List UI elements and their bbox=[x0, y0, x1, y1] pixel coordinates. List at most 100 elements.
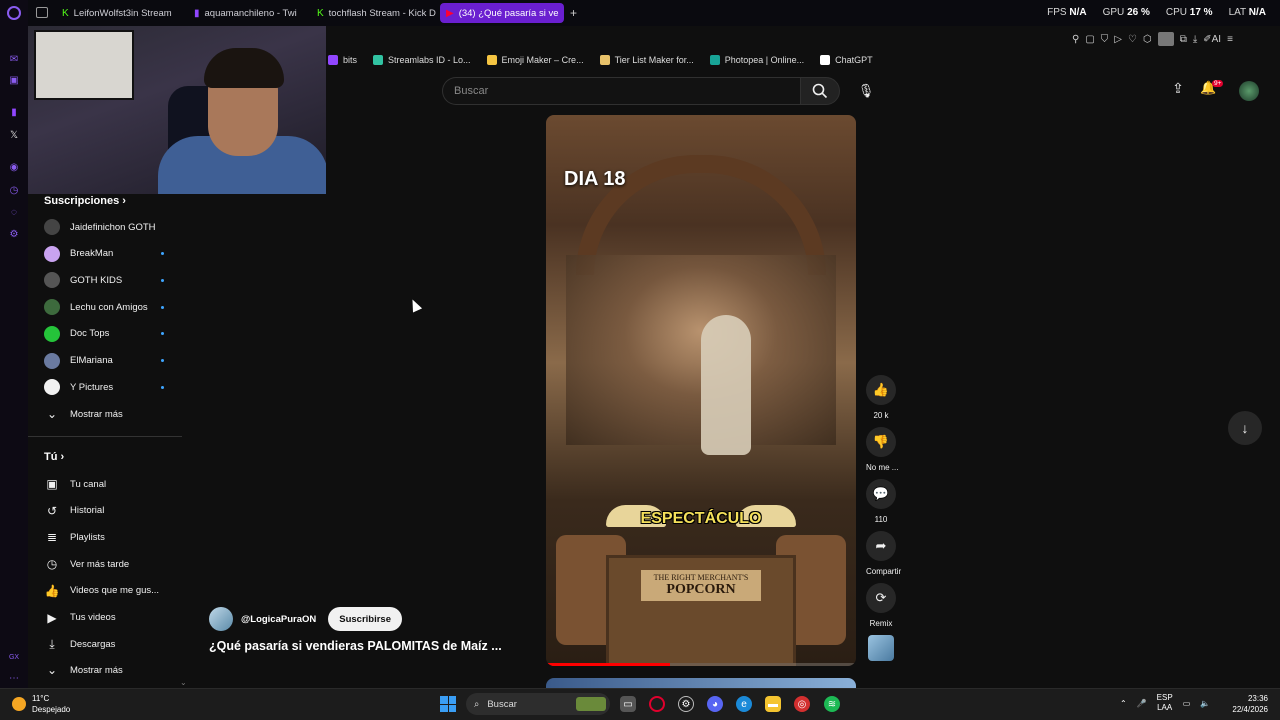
messenger-icon[interactable]: ✉ bbox=[7, 52, 21, 66]
comment-action[interactable]: 💬 110 bbox=[866, 479, 896, 524]
subscription-item[interactable]: GOTH KIDS bbox=[44, 269, 184, 291]
history-sidebar-icon[interactable]: ◷ bbox=[7, 183, 21, 197]
video-title[interactable]: ¿Qué pasaría si vendieras PALOMITAS de M… bbox=[209, 639, 509, 653]
like-icon[interactable]: 👍 bbox=[866, 375, 896, 405]
more-sidebar-icon[interactable]: ⋯ bbox=[7, 671, 21, 685]
short-video-player[interactable]: THE RIGHT MERCHANT'S POPCORN DIA 18 ESPEC… bbox=[546, 115, 856, 666]
subscriptions-heading[interactable]: Suscripciones › bbox=[44, 195, 126, 207]
discord-taskbar-icon[interactable]: ◕ bbox=[707, 696, 723, 712]
you-item[interactable]: 👍 Videos que me gus... bbox=[44, 580, 184, 602]
search-input[interactable]: Buscar bbox=[442, 77, 800, 105]
taskbar-search[interactable]: ⌕ Buscar bbox=[466, 693, 610, 715]
settings-sidebar-icon[interactable]: ⚙ bbox=[7, 227, 21, 241]
player-icon[interactable]: ◉ bbox=[7, 160, 21, 174]
subscription-item[interactable]: Lechu con Amigos bbox=[44, 296, 184, 318]
notifications-button[interactable]: 🔔 9+ bbox=[1200, 80, 1224, 102]
you-item[interactable]: ≣ Playlists bbox=[44, 526, 184, 548]
comment-icon[interactable]: 💬 bbox=[866, 479, 896, 509]
you-heading[interactable]: Tú › bbox=[44, 451, 64, 463]
chat-sidebar-icon[interactable]: ◌ bbox=[7, 205, 21, 219]
browser-tab[interactable]: Ktochflash Stream - Kick D bbox=[311, 3, 437, 23]
edge-taskbar-icon[interactable]: e bbox=[736, 696, 752, 712]
webcam-overlay bbox=[28, 26, 326, 194]
profile-avatar[interactable] bbox=[1157, 32, 1174, 46]
volume-icon[interactable]: 🔈 bbox=[1200, 699, 1210, 708]
taskbar-clock[interactable]: 23:36 22/4/2026 bbox=[1228, 693, 1268, 715]
app-taskbar-icon[interactable]: ◎ bbox=[794, 696, 810, 712]
spotify-taskbar-icon[interactable]: ≋ bbox=[824, 696, 840, 712]
bookmark-item[interactable]: Tier List Maker for... bbox=[599, 55, 694, 65]
subscribe-button[interactable]: Suscribirse bbox=[328, 607, 402, 631]
subscription-item[interactable]: Jaidefinichon GOTH bbox=[44, 216, 184, 238]
sidebar-scroll-down-icon[interactable]: ⌄ bbox=[180, 678, 187, 687]
remix-icon[interactable]: ⟳ bbox=[866, 583, 896, 613]
snapshot-icon[interactable]: ▢ bbox=[1085, 34, 1094, 45]
next-video-button[interactable]: ↓ bbox=[1228, 411, 1262, 445]
mail-icon[interactable]: ▣ bbox=[7, 73, 21, 87]
share-action[interactable]: ➦ Compartir bbox=[866, 531, 902, 576]
search-button[interactable] bbox=[800, 77, 840, 105]
task-view-icon[interactable]: ▭ bbox=[620, 696, 636, 712]
twitch-sidebar-icon[interactable]: ▮ bbox=[7, 105, 21, 119]
browser-tab[interactable]: ▶ (34) ¿Qué pasaría si ve bbox=[440, 3, 564, 23]
browser-tab[interactable]: K LeifonWolfst3in Stream bbox=[56, 3, 186, 23]
bookmark-item[interactable]: ChatGPT bbox=[820, 55, 873, 65]
mic-tray-icon[interactable]: 🎤 bbox=[1137, 699, 1147, 708]
opera-gx-taskbar-icon[interactable] bbox=[649, 696, 665, 712]
ai-icon[interactable]: ✐AI bbox=[1203, 34, 1221, 45]
file-explorer-icon[interactable]: ▬ bbox=[765, 696, 781, 712]
new-tab-button[interactable]: + bbox=[570, 6, 577, 20]
tray-overflow-icon[interactable]: ⌃ bbox=[1120, 699, 1127, 708]
bookmark-item[interactable]: Photopea | Online... bbox=[709, 55, 805, 65]
shield-icon[interactable]: ⛉ bbox=[1101, 34, 1109, 45]
dislike-icon[interactable]: 👎 bbox=[866, 427, 896, 457]
subscription-item[interactable]: Y Pictures bbox=[44, 376, 184, 398]
share-icon[interactable]: ➦ bbox=[866, 531, 896, 561]
language-indicator[interactable]: ESP LAA bbox=[1157, 693, 1173, 713]
windows-start-icon[interactable] bbox=[440, 696, 456, 712]
bookmark-item[interactable]: bits bbox=[328, 55, 357, 65]
kick-icon: K bbox=[317, 7, 324, 19]
remix-action[interactable]: ⟳ Remix bbox=[866, 583, 896, 628]
weather-widget[interactable]: 11°C Despejado bbox=[12, 693, 70, 715]
subscription-item[interactable]: ElMariana bbox=[44, 350, 184, 372]
gx-icon[interactable]: GX bbox=[7, 650, 21, 664]
action-label: Compartir bbox=[866, 567, 902, 576]
you-show-more[interactable]: ⌄ Mostrar más bbox=[44, 659, 184, 681]
pin-icon[interactable]: ⚲ bbox=[1072, 34, 1079, 45]
play-icon[interactable]: ▷ bbox=[1114, 34, 1122, 45]
bookmark-item[interactable]: Streamlabs ID - Lo... bbox=[373, 55, 471, 65]
download-toolbar-icon[interactable]: ⤓ bbox=[1193, 34, 1197, 45]
subscription-item[interactable]: Doc Tops bbox=[44, 323, 184, 345]
bookmark-item[interactable]: Emoji Maker – Cre... bbox=[486, 55, 584, 65]
video-progress-bar[interactable] bbox=[546, 663, 856, 666]
subscription-item[interactable]: BreakMan bbox=[44, 243, 184, 265]
puzzle-icon[interactable]: ⧉ bbox=[1180, 34, 1187, 45]
heart-icon[interactable]: ♡ bbox=[1128, 34, 1137, 45]
dislike-action[interactable]: 👎 No me ... bbox=[866, 427, 898, 472]
you-item[interactable]: ▣ Tu canal bbox=[44, 473, 184, 495]
stat-gpu: GPU 26 % bbox=[1102, 7, 1150, 18]
account-avatar[interactable] bbox=[1239, 81, 1259, 101]
subs-show-more[interactable]: ⌄ Mostrar más bbox=[44, 403, 184, 425]
browser-tab[interactable]: ▮ aquamanchileno - Twi bbox=[188, 3, 306, 23]
you-item[interactable]: ↺ Historial bbox=[44, 500, 184, 522]
steam-taskbar-icon[interactable]: ⚙ bbox=[678, 696, 694, 712]
you-item[interactable]: ▶ Tus videos bbox=[44, 607, 184, 629]
network-icon[interactable]: ▭ bbox=[1183, 699, 1191, 708]
microphone-icon: 🎙 bbox=[857, 83, 875, 98]
voice-search-button[interactable]: 🎙 bbox=[852, 77, 880, 105]
channel-name[interactable]: @LogicaPuraON bbox=[241, 614, 316, 625]
channel-avatar[interactable] bbox=[209, 607, 233, 631]
you-item[interactable]: ⤓ Descargas bbox=[44, 633, 184, 655]
bookmark-label: Photopea | Online... bbox=[724, 55, 805, 65]
you-item[interactable]: ◷ Ver más tarde bbox=[44, 553, 184, 575]
x-sidebar-icon[interactable]: 𝕏 bbox=[7, 128, 21, 142]
extensions-icon[interactable]: ⬡ bbox=[1143, 34, 1152, 45]
upload-button[interactable]: ⇪ bbox=[1168, 80, 1188, 100]
like-action[interactable]: 👍 20 k bbox=[866, 375, 896, 420]
browser-logo-icon[interactable] bbox=[7, 6, 21, 20]
menu-icon[interactable]: ≡ bbox=[1227, 34, 1233, 45]
sound-thumbnail[interactable] bbox=[868, 635, 894, 661]
tab-manager-icon[interactable] bbox=[36, 7, 48, 18]
